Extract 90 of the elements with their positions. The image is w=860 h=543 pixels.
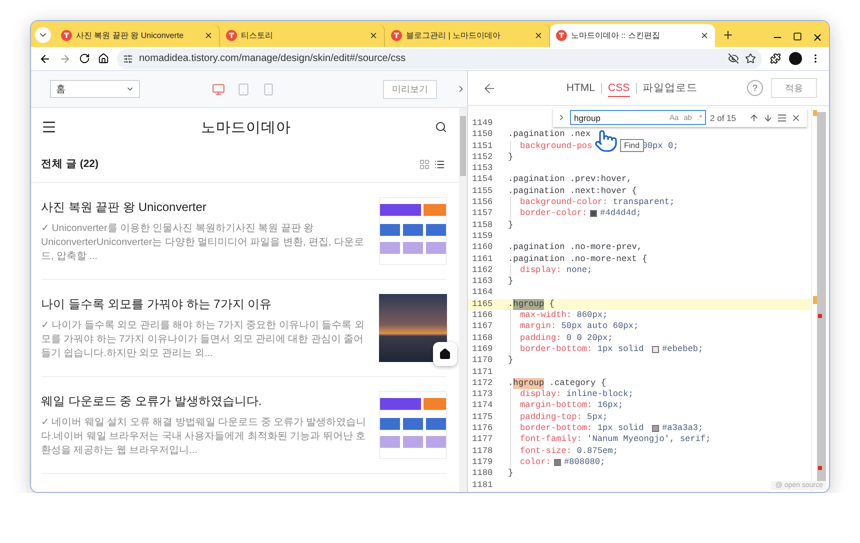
favicon-icon	[391, 30, 402, 41]
toggle-replace-icon[interactable]	[557, 113, 566, 122]
post-title[interactable]: 사진 복원 끝판 왕 Uniconverter	[41, 198, 369, 216]
home-button[interactable]	[433, 342, 457, 366]
line-number: 1172	[471, 378, 494, 390]
line-number: 1161	[471, 254, 494, 265]
help-button[interactable]: ?	[747, 80, 763, 96]
find-in-selection-icon[interactable]	[777, 112, 787, 122]
line-number: 1162	[471, 264, 494, 276]
line-number: 1163	[471, 276, 494, 288]
back-icon[interactable]	[39, 52, 51, 64]
star-icon[interactable]	[745, 53, 756, 64]
menu-icon[interactable]	[41, 119, 57, 135]
line-number: 1152	[471, 152, 494, 164]
page-select[interactable]: 홈	[50, 80, 140, 98]
line-number: 1173	[471, 389, 494, 400]
apply-button[interactable]: 적용	[771, 78, 817, 98]
profile-avatar[interactable]	[789, 52, 802, 65]
close-icon[interactable]	[369, 31, 378, 40]
editor-tab[interactable]: HTML	[566, 80, 595, 96]
tab-search-button[interactable]	[35, 27, 51, 43]
previous-match-icon[interactable]	[749, 112, 759, 122]
scrollbar[interactable]	[459, 108, 467, 492]
extensions-icon[interactable]	[770, 53, 781, 64]
search-icon[interactable]	[435, 121, 447, 133]
plus-icon	[722, 29, 734, 41]
reload-icon[interactable]	[79, 53, 90, 64]
desktop-icon[interactable]	[212, 82, 225, 96]
line-number: 1156	[471, 197, 494, 208]
line-number: 1158	[471, 220, 494, 231]
close-icon[interactable]	[204, 31, 213, 40]
line-number: 1181	[471, 480, 494, 491]
favicon-icon	[226, 30, 237, 41]
match-count: 2 of 15	[710, 112, 737, 122]
close-icon[interactable]	[700, 31, 709, 40]
list-view-icon[interactable]	[434, 158, 445, 170]
site-settings-icon[interactable]	[123, 54, 133, 64]
line-number: 1155	[471, 186, 494, 198]
next-match-icon[interactable]	[763, 112, 773, 122]
line-number: 1171	[471, 366, 494, 378]
close-icon[interactable]	[791, 112, 801, 122]
line-number: 1160	[471, 242, 494, 254]
line-number: 1169	[471, 344, 494, 356]
line-number: 1164	[471, 287, 494, 299]
section-title: 전체 글 (22)	[41, 157, 99, 171]
eye-off-icon[interactable]	[728, 53, 739, 64]
line-number: 1177	[471, 434, 494, 446]
close-icon[interactable]	[812, 32, 823, 43]
line-number: 1176	[471, 423, 494, 434]
post-excerpt: ✓ 나이가 들수록 외모 관리를 해야 하는 7가지 중요한 이유나이 들수록 외모를 가꿔야 하는 7가지 이유나이가 들면서 외모 관리에 대한 관심이 줄어들기 쉽습니다.하지만 외모 관리는 외...	[41, 318, 366, 360]
home-icon[interactable]	[98, 53, 109, 64]
browser-tab[interactable]: 노마드이데아 :: 스킨편집	[550, 24, 715, 47]
home-icon	[439, 348, 451, 360]
screenshot-thumbnail	[379, 391, 447, 459]
post-title[interactable]: 웨일 다운로드 중 오류가 발생하였습니다.	[41, 392, 369, 410]
line-number: 1165	[471, 298, 494, 310]
line-number: 1153	[471, 163, 494, 174]
favicon-icon	[556, 30, 567, 41]
address-bar[interactable]: nomadidea.tistory.com/manage/design/skin/edit#/source/css	[117, 48, 762, 68]
line-number: 1180	[471, 468, 494, 480]
line-number: 1175	[471, 412, 494, 424]
hand-cursor-icon	[594, 129, 618, 153]
line-number: 1167	[471, 321, 494, 333]
line-number: 1170	[471, 355, 494, 367]
line-number: 1150	[471, 129, 494, 141]
line-number: 1166	[471, 310, 494, 322]
line-number: 1149	[471, 118, 494, 130]
caret-icon	[126, 85, 134, 93]
tooltip: Find	[620, 139, 644, 152]
preview-button[interactable]: 미리보기	[383, 80, 437, 98]
line-number: 1151	[471, 140, 494, 152]
favicon-icon	[61, 30, 72, 41]
forward-icon[interactable]	[59, 52, 71, 64]
editor-tab[interactable]: CSS	[608, 80, 630, 96]
blog-title: 노마드이데아	[201, 118, 291, 136]
line-number: 1179	[471, 456, 494, 468]
close-icon[interactable]	[534, 31, 543, 40]
maximize-icon[interactable]	[793, 32, 802, 41]
line-number: 1168	[471, 332, 494, 344]
line-number: 1174	[471, 400, 494, 412]
post-title[interactable]: 나이 들수록 외모를 가꿔야 하는 7가지 이유	[41, 296, 369, 312]
post-excerpt: ✓ 네이버 웨일 설치 오류 해결 방법웨일 다운로드 중 오류가 발생하였습니다.네이버 웨일 브라우저는 국내 사용자들에게 최적화된 기능과 뛰어난 호환성을 제공하는 웹 브라우저입니...	[41, 416, 368, 458]
screenshot-thumbnail	[379, 197, 447, 265]
editor-tab[interactable]: 파일업로드	[642, 78, 698, 98]
line-number: 1157	[471, 208, 494, 220]
line-number: 1178	[471, 446, 494, 457]
line-number: 1159	[471, 230, 494, 242]
photo-placeholder	[379, 294, 447, 362]
post-excerpt: ✓ Uniconverter를 이용한 인물사진 복원하기사진 복원 끝판 왕 UniconverterUniconverter는 다양한 멀티미디어 파일을 변환, 편집, 다운로드, 압축할 ...	[41, 222, 365, 264]
line-number: 1154	[471, 174, 494, 186]
